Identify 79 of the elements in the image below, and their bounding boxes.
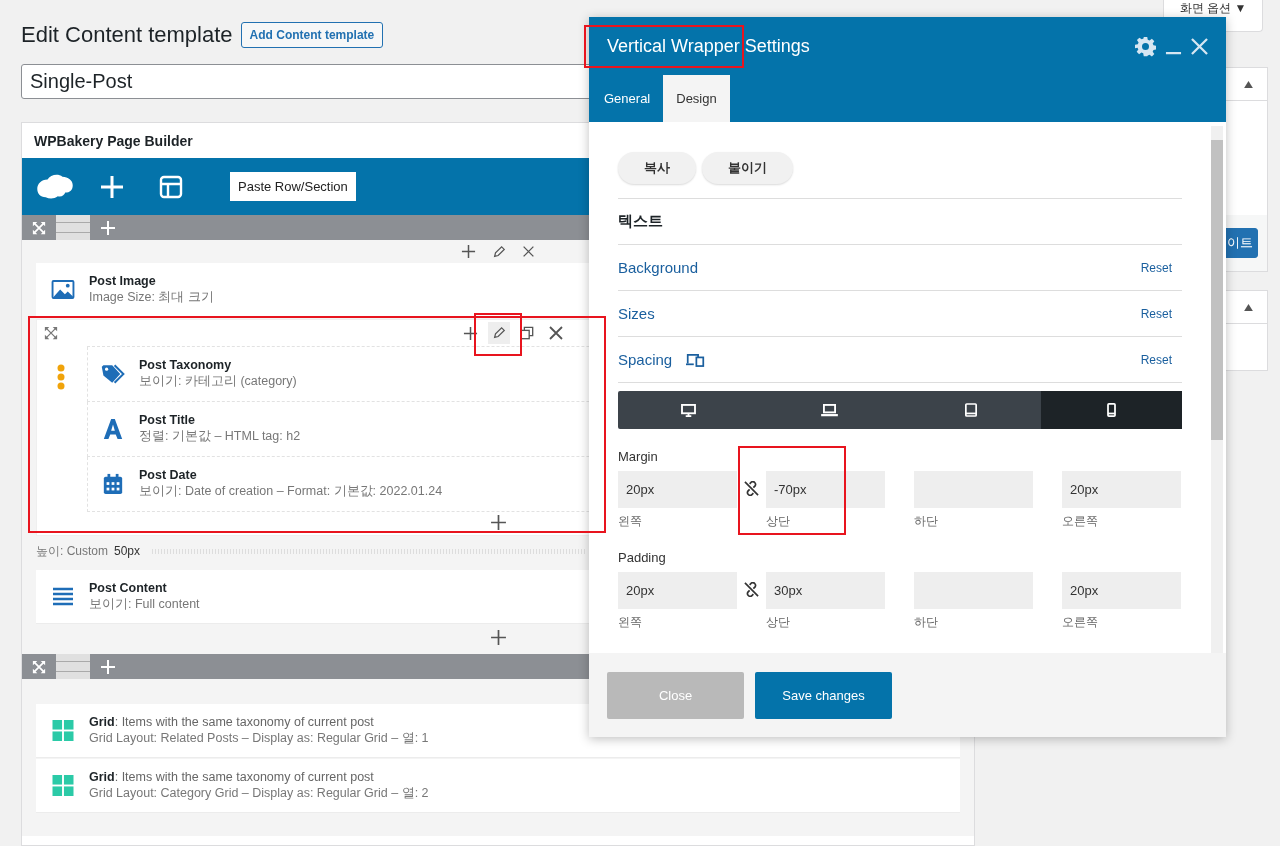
- element-title: Post Taxonomy: [139, 358, 233, 372]
- layout-icon[interactable]: [159, 174, 183, 199]
- field-caption: 왼쪽: [618, 513, 643, 530]
- panel-title: WPBakery Page Builder: [33, 131, 194, 151]
- close-icon[interactable]: [522, 245, 535, 258]
- settings-icon[interactable]: [1135, 35, 1156, 57]
- spacing-input[interactable]: 20px: [1062, 572, 1181, 609]
- element-description: Grid Layout: Related Posts – Display as: Regular Grid – 열: 1: [89, 729, 429, 747]
- reset-link[interactable]: Reset: [1140, 306, 1182, 321]
- clipboard-button[interactable]: 복사: [618, 152, 696, 184]
- add-template-button[interactable]: Add Content template: [240, 22, 384, 48]
- devices-icon[interactable]: [686, 352, 706, 367]
- dialog-tab[interactable]: Design: [663, 75, 730, 122]
- expand-icon[interactable]: [32, 659, 46, 674]
- laptop-icon: [821, 403, 838, 417]
- calendar-icon: [101, 473, 125, 495]
- expand-icon[interactable]: [44, 326, 58, 340]
- element-title: Post Date: [139, 468, 198, 482]
- element-title: Post Image: [89, 273, 157, 288]
- field-caption: 상단: [766, 513, 791, 530]
- drag-handle[interactable]: [56, 215, 90, 240]
- element-title: Grid: Items with the same taxonomy of current post: [89, 714, 375, 729]
- add-icon[interactable]: [489, 628, 507, 646]
- unlink-icon[interactable]: [744, 481, 759, 496]
- collapse-arrow-icon[interactable]: [1244, 303, 1253, 311]
- tag-icon: [101, 362, 125, 386]
- spacing-input[interactable]: 20px: [618, 471, 737, 508]
- edit-icon[interactable]: [488, 322, 510, 344]
- scrollbar[interactable]: [1211, 126, 1223, 653]
- spacer-label: 높이: Custom: [36, 542, 108, 560]
- add-icon[interactable]: [463, 325, 478, 341]
- drag-handle-icon[interactable]: [57, 364, 65, 390]
- lines-icon: [51, 586, 75, 607]
- spacing-label: Padding: [618, 550, 667, 565]
- mobile-icon: [1107, 403, 1116, 417]
- drag-handle[interactable]: [56, 654, 90, 679]
- empty-space-element[interactable]: 높이: Custom 50px: [36, 538, 587, 564]
- letter-icon: [101, 418, 125, 440]
- grid-icon: [51, 775, 75, 796]
- paste-row-button[interactable]: Paste Row/Section: [230, 172, 356, 201]
- grid-icon: [51, 720, 75, 741]
- add-icon[interactable]: [489, 514, 507, 531]
- tablet-icon: [964, 403, 977, 417]
- spacer-height: 50px: [114, 544, 141, 558]
- page-title: Edit Content template: [21, 22, 233, 48]
- reset-link[interactable]: Reset: [1140, 260, 1182, 275]
- element-description: Grid Layout: Category Grid – Display as: Regular Grid – 열: 2: [89, 784, 429, 802]
- cloud-logo-icon[interactable]: [36, 172, 74, 201]
- add-icon[interactable]: [461, 244, 476, 259]
- section-heading: 텍스트: [618, 212, 663, 231]
- unlink-icon[interactable]: [744, 582, 759, 597]
- element-description: 정렬: 기본값 – HTML tag: h2: [139, 428, 301, 445]
- field-caption: 하단: [914, 513, 939, 530]
- element-title: Post Content: [89, 580, 168, 595]
- image-icon: [51, 280, 75, 299]
- section-toggle[interactable]: Spacing: [618, 351, 673, 368]
- copy-icon[interactable]: [520, 326, 534, 340]
- expand-icon[interactable]: [32, 220, 46, 235]
- field-caption: 오른쪽: [1062, 614, 1099, 631]
- field-caption: 오른쪽: [1062, 513, 1099, 530]
- spacing-input[interactable]: 20px: [618, 572, 737, 609]
- save-button[interactable]: Save changes: [755, 671, 892, 719]
- element-title: Post Title: [139, 413, 197, 427]
- close-icon[interactable]: [548, 325, 564, 341]
- element-description: 보이기: 카테고리 (category): [139, 373, 297, 390]
- element-description: 보이기: Full content: [89, 595, 200, 613]
- desktop-icon: [681, 403, 696, 417]
- element-description: Image Size: 최대 크기: [89, 288, 214, 306]
- clipboard-button[interactable]: 붙이기: [702, 152, 793, 184]
- collapse-arrow-icon[interactable]: [1244, 80, 1253, 88]
- spacing-input[interactable]: -70px: [766, 471, 885, 508]
- spacing-input[interactable]: 20px: [1062, 471, 1181, 508]
- reset-link[interactable]: Reset: [1140, 352, 1182, 367]
- element-description: 보이기: Date of creation – Format: 기본값: 2022.01.24: [139, 483, 443, 500]
- spacing-input[interactable]: 30px: [766, 572, 885, 609]
- element-title: Grid: Items with the same taxonomy of current post: [89, 769, 375, 784]
- edit-icon[interactable]: [492, 244, 506, 259]
- dialog-title: Vertical Wrapper Settings: [607, 35, 811, 57]
- element-card[interactable]: Grid: Items with the same taxonomy of current post Grid Layout: Category Grid – Display as: Regular Grid – 열: 2: [36, 759, 960, 813]
